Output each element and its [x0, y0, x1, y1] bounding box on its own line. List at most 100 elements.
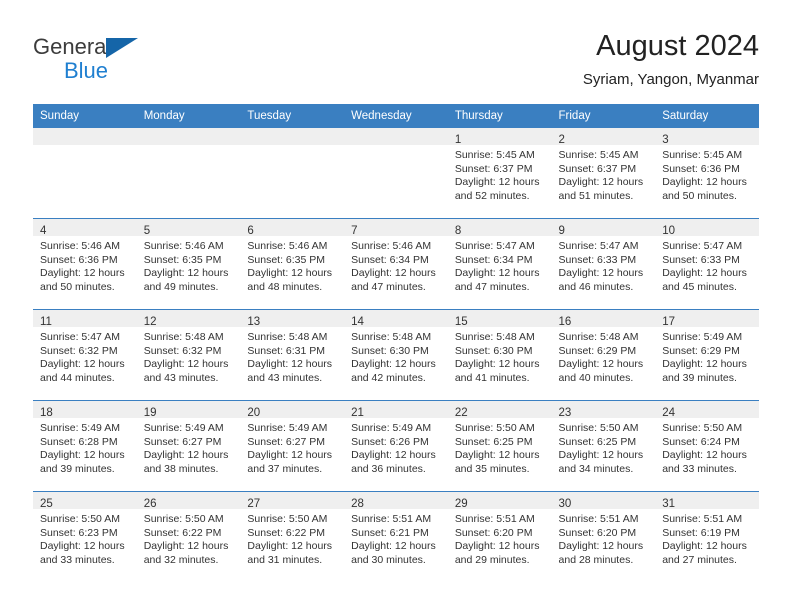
calendar-day-cell[interactable]: 30 Sunrise: 5:51 AM Sunset: 6:20 PM Dayligh… [551, 491, 656, 582]
calendar-day-cell[interactable]: 1 Sunrise: 5:45 AM Sunset: 6:37 PM Daylight… [447, 128, 552, 219]
day-number: 24 [662, 407, 676, 419]
day-detail-daylight2: and 31 minutes. [247, 553, 323, 566]
day-detail-sunrise: Sunrise: 5:51 AM [351, 513, 432, 525]
calendar-day-cell[interactable]: 29 Sunrise: 5:51 AM Sunset: 6:20 PM Dayligh… [447, 491, 552, 582]
calendar-day-cell[interactable]: 27 Sunrise: 5:50 AM Sunset: 6:22 PM Dayligh… [240, 491, 345, 582]
day-details: Sunrise: 5:51 AM Sunset: 6:20 PM Daylight:… [448, 509, 552, 567]
day-detail-daylight1: Daylight: 12 hours [40, 358, 125, 371]
calendar-day-cell[interactable]: 3 Sunrise: 5:45 AM Sunset: 6:36 PM Daylight… [655, 128, 759, 219]
calendar-day-cell[interactable]: 6 Sunrise: 5:46 AM Sunset: 6:35 PM Daylight… [240, 218, 345, 310]
day-number-strip: 30 [551, 492, 656, 510]
calendar-day-cell[interactable]: 18 Sunrise: 5:49 AM Sunset: 6:28 PM Dayligh… [33, 400, 137, 492]
calendar-day-cell[interactable]: 8 Sunrise: 5:47 AM Sunset: 6:34 PM Daylight… [447, 218, 552, 310]
day-detail-daylight2: and 50 minutes. [662, 189, 737, 202]
day-detail-daylight2: and 47 minutes. [454, 280, 530, 293]
day-detail-sunrise: Sunrise: 5:51 AM [558, 513, 639, 525]
calendar-day-cell[interactable]: 4 Sunrise: 5:46 AM Sunset: 6:36 PM Daylight… [33, 218, 137, 310]
day-detail-sunrise: Sunrise: 5:50 AM [662, 422, 743, 434]
calendar-day-cell[interactable]: 31 Sunrise: 5:51 AM Sunset: 6:19 PM Dayligh… [655, 491, 759, 582]
day-detail-daylight1: Daylight: 12 hours [662, 176, 747, 189]
day-number: 28 [351, 498, 364, 510]
calendar-day-cell[interactable]: 24 Sunrise: 5:50 AM Sunset: 6:24 PM Dayligh… [655, 400, 759, 492]
day-number: 20 [247, 407, 261, 419]
calendar-day-cell[interactable]: 28 Sunrise: 5:51 AM Sunset: 6:21 PM Dayligh… [344, 491, 448, 582]
day-detail-sunrise: Sunrise: 5:48 AM [454, 331, 535, 343]
calendar-day-cell[interactable]: 22 Sunrise: 5:50 AM Sunset: 6:25 PM Dayligh… [447, 400, 552, 492]
day-detail-daylight2: and 43 minutes. [247, 371, 323, 384]
day-number: 12 [143, 316, 157, 328]
day-number: 2 [558, 134, 565, 146]
day-details: Sunrise: 5:50 AM Sunset: 6:25 PM Daylight:… [448, 418, 552, 476]
day-detail-sunset: Sunset: 6:37 PM [558, 162, 637, 175]
day-details: Sunrise: 5:48 AM Sunset: 6:29 PM Daylight:… [552, 327, 656, 385]
day-detail-sunrise: Sunrise: 5:45 AM [662, 149, 743, 161]
calendar-day-cell[interactable]: 21 Sunrise: 5:49 AM Sunset: 6:26 PM Dayligh… [344, 400, 448, 492]
day-details: Sunrise: 5:45 AM Sunset: 6:37 PM Daylight:… [448, 145, 552, 203]
day-detail-sunrise: Sunrise: 5:46 AM [351, 240, 432, 252]
day-detail-daylight1: Daylight: 12 hours [247, 540, 333, 553]
day-number: 29 [454, 498, 468, 510]
day-cell-inner: 4 Sunrise: 5:46 AM Sunset: 6:36 PM Daylight… [33, 219, 137, 309]
day-detail-sunrise: Sunrise: 5:47 AM [662, 240, 743, 252]
day-cell-inner: 17 Sunrise: 5:49 AM Sunset: 6:29 PM Dayligh… [655, 310, 759, 400]
day-detail-sunrise: Sunrise: 5:49 AM [143, 422, 224, 434]
calendar-day-cell[interactable]: 26 Sunrise: 5:50 AM Sunset: 6:22 PM Dayligh… [136, 491, 241, 582]
triangle-flag-icon [106, 38, 138, 58]
calendar-day-cell[interactable]: 25 Sunrise: 5:50 AM Sunset: 6:23 PM Dayligh… [33, 491, 137, 582]
day-number: 7 [351, 225, 358, 237]
day-detail-daylight1: Daylight: 12 hours [662, 540, 747, 553]
brand-logo[interactable]: General Blue [33, 34, 233, 90]
day-number-strip [240, 128, 345, 145]
calendar-day-cell[interactable]: 10 Sunrise: 5:47 AM Sunset: 6:33 PM Dayligh… [655, 218, 759, 310]
calendar-day-cell[interactable]: 23 Sunrise: 5:50 AM Sunset: 6:25 PM Dayligh… [551, 400, 656, 492]
calendar-day-cell[interactable]: 2 Sunrise: 5:45 AM Sunset: 6:37 PM Daylight… [551, 128, 656, 219]
day-cell-inner: 22 Sunrise: 5:50 AM Sunset: 6:25 PM Dayligh… [447, 401, 552, 491]
calendar-day-cell[interactable]: 13 Sunrise: 5:48 AM Sunset: 6:31 PM Dayligh… [240, 309, 345, 401]
day-details: Sunrise: 5:49 AM Sunset: 6:26 PM Daylight:… [344, 418, 448, 476]
day-detail-sunrise: Sunrise: 5:50 AM [454, 422, 535, 434]
day-details: Sunrise: 5:50 AM Sunset: 6:22 PM Daylight:… [137, 509, 241, 567]
day-detail-sunset: Sunset: 6:32 PM [143, 344, 222, 357]
day-detail-sunrise: Sunrise: 5:50 AM [40, 513, 120, 525]
calendar-day-cell[interactable]: 14 Sunrise: 5:48 AM Sunset: 6:30 PM Dayligh… [344, 309, 448, 401]
day-detail-daylight2: and 28 minutes. [558, 553, 634, 566]
calendar-day-cell[interactable]: 12 Sunrise: 5:48 AM Sunset: 6:32 PM Dayligh… [136, 309, 241, 401]
day-detail-daylight1: Daylight: 12 hours [40, 449, 125, 462]
day-detail-sunrise: Sunrise: 5:49 AM [40, 422, 120, 434]
day-detail-daylight2: and 37 minutes. [247, 462, 323, 475]
calendar-day-cell[interactable]: 11 Sunrise: 5:47 AM Sunset: 6:32 PM Dayligh… [33, 309, 137, 401]
calendar-day-cell[interactable]: 17 Sunrise: 5:49 AM Sunset: 6:29 PM Dayligh… [655, 309, 759, 401]
day-details: Sunrise: 5:51 AM Sunset: 6:20 PM Daylight:… [552, 509, 656, 567]
day-number-strip: 10 [655, 219, 759, 237]
day-detail-daylight2: and 40 minutes. [558, 371, 634, 384]
day-cell-inner: 3 Sunrise: 5:45 AM Sunset: 6:36 PM Daylight… [655, 128, 759, 218]
day-number: 30 [558, 498, 572, 510]
calendar-day-cell[interactable]: 15 Sunrise: 5:48 AM Sunset: 6:30 PM Dayligh… [447, 309, 552, 401]
day-cell-inner: 29 Sunrise: 5:51 AM Sunset: 6:20 PM Dayligh… [447, 492, 552, 582]
day-detail-sunrise: Sunrise: 5:50 AM [558, 422, 639, 434]
day-detail-daylight2: and 35 minutes. [454, 462, 530, 475]
calendar-day-cell[interactable]: 19 Sunrise: 5:49 AM Sunset: 6:27 PM Dayligh… [136, 400, 241, 492]
day-detail-sunrise: Sunrise: 5:48 AM [247, 331, 328, 343]
day-detail-sunrise: Sunrise: 5:47 AM [558, 240, 639, 252]
day-details: Sunrise: 5:48 AM Sunset: 6:30 PM Daylight:… [344, 327, 448, 385]
calendar-day-cell-empty [240, 128, 345, 219]
calendar-day-cell[interactable]: 16 Sunrise: 5:48 AM Sunset: 6:29 PM Dayligh… [551, 309, 656, 401]
day-details: Sunrise: 5:50 AM Sunset: 6:24 PM Daylight:… [655, 418, 759, 476]
day-number-strip: 15 [447, 310, 552, 328]
page-header: General Blue August 2024 Syriam, Yangon,… [33, 28, 759, 98]
calendar-day-cell[interactable]: 20 Sunrise: 5:49 AM Sunset: 6:27 PM Dayligh… [240, 400, 345, 492]
calendar-week-row: 4 Sunrise: 5:46 AM Sunset: 6:36 PM Daylight… [33, 218, 759, 310]
day-detail-sunset: Sunset: 6:30 PM [351, 344, 429, 357]
calendar-day-cell[interactable]: 7 Sunrise: 5:46 AM Sunset: 6:34 PM Daylight… [344, 218, 448, 310]
calendar-grid: Sunday Monday Tuesday Wednesday Thursday… [33, 104, 759, 582]
day-detail-sunrise: Sunrise: 5:50 AM [247, 513, 328, 525]
day-cell-inner: 13 Sunrise: 5:48 AM Sunset: 6:31 PM Dayligh… [240, 310, 345, 400]
calendar-week-row: 11 Sunrise: 5:47 AM Sunset: 6:32 PM Dayligh… [33, 309, 759, 401]
day-number-strip: 5 [136, 219, 241, 237]
day-detail-sunset: Sunset: 6:35 PM [143, 253, 222, 266]
day-detail-sunrise: Sunrise: 5:47 AM [454, 240, 535, 252]
calendar-day-cell[interactable]: 9 Sunrise: 5:47 AM Sunset: 6:33 PM Daylight… [551, 218, 656, 310]
day-cell-inner: 30 Sunrise: 5:51 AM Sunset: 6:20 PM Dayligh… [551, 492, 656, 582]
calendar-day-cell[interactable]: 5 Sunrise: 5:46 AM Sunset: 6:35 PM Daylight… [136, 218, 241, 310]
